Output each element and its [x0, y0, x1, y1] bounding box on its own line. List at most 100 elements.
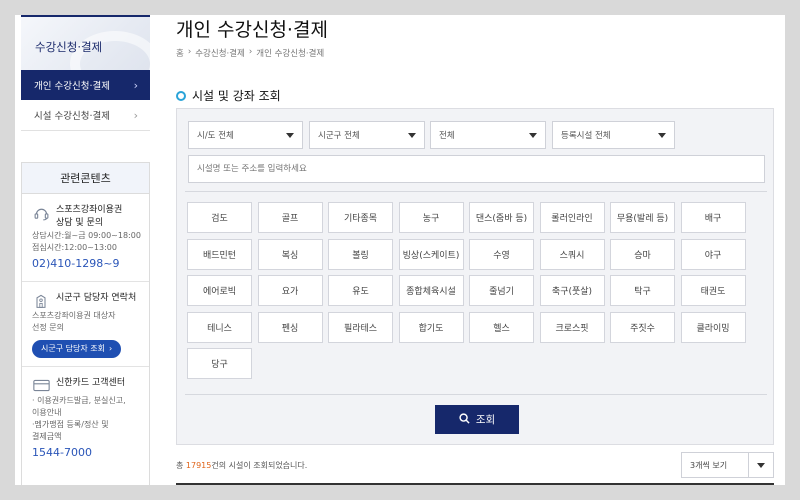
card-center-line1: · 이용권카드발급, 분실신고,: [32, 395, 126, 405]
officer-title: 시군구 담당자 연락처: [56, 292, 137, 303]
sidebar-item-facility-enrollment[interactable]: 시설 수강신청·결제 ›: [21, 100, 150, 131]
category-button[interactable]: 요가: [257, 275, 323, 306]
breadcrumb-enrollment[interactable]: 수강신청·결제: [195, 47, 245, 59]
facility-select-value: 등록시설 전체: [561, 131, 611, 141]
category-button[interactable]: 야구: [680, 238, 746, 270]
sidebar-item-label: 개인 수강신청·결제: [34, 81, 110, 92]
sidebar: 수강신청·결제 개인 수강신청·결제 › 시설 수강신청·결제 › 관련콘텐츠: [21, 15, 150, 485]
officer-contact-block: 시군구 담당자 연락처 스포츠강좌이용권 대상자 선정 문의 시군구 담당자 조…: [22, 282, 149, 367]
facility-search-input[interactable]: [188, 155, 765, 183]
caret-down-icon: [529, 133, 537, 138]
per-page-dropdown-button[interactable]: [748, 453, 773, 477]
search-panel: 시/도 전체 시군구 전체 전체 등록시설 전체 검도 골프 기타종목: [176, 108, 774, 445]
category-button[interactable]: 주짓수: [610, 311, 675, 343]
results-prefix: 총: [176, 461, 186, 470]
caret-down-icon: [408, 133, 416, 138]
results-count: 17915: [185, 461, 212, 470]
category-button[interactable]: 테니스: [187, 311, 252, 343]
sidebar-menu: 개인 수강신청·결제 › 시설 수강신청·결제 ›: [21, 70, 150, 131]
category-button[interactable]: 볼링: [328, 238, 393, 270]
category-button[interactable]: 종합체육시설: [398, 275, 464, 306]
contact-info-block: 스포츠강좌이용권 상담 및 문의 상담시간:월~금 09:00~18:00 점심…: [22, 194, 149, 282]
divider: [185, 191, 767, 192]
related-content-box: 관련콘텐츠 스포츠강좌이용권 상담 및 문의 상담시간:월~금 09:00~18…: [21, 162, 150, 485]
category-button[interactable]: 합기도: [398, 311, 464, 343]
search-button[interactable]: 조회: [435, 405, 519, 434]
category-select[interactable]: 전체: [430, 121, 546, 149]
list-top-border: [176, 483, 774, 485]
category-button[interactable]: 무용(발레 등): [610, 202, 675, 233]
category-button[interactable]: 태권도: [680, 275, 746, 306]
chevron-right-icon: ›: [133, 78, 138, 92]
sidebar-item-personal-enrollment[interactable]: 개인 수강신청·결제 ›: [21, 70, 150, 100]
results-summary: 총 17915건의 시설이 조회되었습니다.: [176, 460, 307, 471]
main-content: 개인 수강신청·결제 홈 › 수강신청·결제 › 개인 수강신청·결제 시설 및…: [176, 15, 785, 485]
officer-desc-line2: 선정 문의: [32, 322, 64, 332]
search-button-label: 조회: [475, 414, 496, 426]
breadcrumb-current: 개인 수강신청·결제: [256, 49, 325, 59]
category-button[interactable]: 배구: [680, 202, 746, 233]
category-button[interactable]: 헬스: [469, 311, 534, 343]
results-suffix: 건의 시설이 조회되었습니다.: [211, 461, 308, 470]
category-button[interactable]: 유도: [328, 275, 393, 306]
sidebar-header: 수강신청·결제: [21, 15, 150, 70]
category-button[interactable]: 클라이밍: [680, 311, 746, 343]
category-button[interactable]: 줄넘기: [469, 275, 534, 306]
officer-lookup-label: 시군구 담당자 조회: [41, 343, 105, 353]
chevron-right-icon: ›: [133, 108, 138, 122]
facility-select[interactable]: 등록시설 전체: [552, 121, 675, 149]
page-title: 개인 수강신청·결제: [176, 19, 328, 41]
contact-title-line2: 상담 및 문의: [56, 218, 104, 229]
category-button[interactable]: 복싱: [257, 238, 323, 270]
card-icon: [32, 377, 50, 395]
bullet-circle-icon: [176, 90, 186, 101]
contact-hours-line2: 점심시간:12:00~13:00: [32, 243, 117, 253]
page-frame: 수강신청·결제 개인 수강신청·결제 › 시설 수강신청·결제 › 관련콘텐츠: [15, 15, 785, 485]
sigungu-select[interactable]: 시군구 전체: [309, 121, 425, 149]
category-button[interactable]: 당구: [187, 348, 252, 379]
caret-down-icon: [286, 133, 294, 138]
breadcrumb-home[interactable]: 홈: [176, 47, 184, 59]
caret-down-icon: [757, 462, 765, 468]
chevron-right-icon: ›: [108, 343, 113, 353]
category-button[interactable]: 댄스(줌바 등): [469, 202, 534, 233]
contact-phone[interactable]: 02)410-1298~9: [32, 256, 141, 273]
breadcrumb-separator: ›: [187, 47, 192, 57]
divider: [185, 394, 767, 395]
sido-select[interactable]: 시/도 전체: [188, 121, 303, 149]
category-button[interactable]: 기타종목: [328, 202, 393, 233]
category-button[interactable]: 필라테스: [328, 311, 393, 343]
card-center-block: 신한카드 고객센터 · 이용권카드발급, 분실신고, 이용안내 ·멤가맹점 등록…: [22, 367, 149, 470]
category-button[interactable]: 빙상(스케이트): [398, 238, 464, 270]
category-button[interactable]: 검도: [187, 202, 252, 233]
category-button[interactable]: 수영: [469, 238, 534, 270]
category-button[interactable]: 롤러인라인: [539, 202, 605, 233]
contact-title-line1: 스포츠강좌이용권: [56, 205, 123, 215]
building-icon: [32, 292, 50, 310]
category-button[interactable]: 스쿼시: [539, 238, 605, 270]
category-button[interactable]: 에어로빅: [187, 275, 252, 306]
per-page-select[interactable]: 3개씩 보기: [681, 452, 774, 478]
card-center-line4: 결제금액: [32, 431, 62, 441]
search-icon: [459, 412, 470, 427]
category-button[interactable]: 탁구: [610, 275, 675, 306]
category-button[interactable]: 농구: [398, 202, 464, 233]
contact-hours-line1: 상담시간:월~금 09:00~18:00: [32, 231, 141, 241]
card-center-line3: ·멤가맹점 등록/정산 및: [32, 419, 109, 429]
category-button[interactable]: 골프: [257, 202, 323, 233]
card-center-title: 신한카드 고객센터: [56, 377, 126, 388]
related-content-title: 관련콘텐츠: [22, 163, 149, 194]
officer-lookup-button[interactable]: 시군구 담당자 조회 ›: [32, 339, 122, 358]
card-center-phone[interactable]: 1544-7000: [32, 445, 141, 462]
category-button[interactable]: 배드민턴: [187, 238, 252, 270]
category-button[interactable]: 승마: [610, 238, 675, 270]
sport-category-grid: 검도 골프 기타종목 농구 댄스(줌바 등) 롤러인라인 무용(발레 등) 배구…: [187, 202, 752, 379]
sidebar-item-label: 시설 수강신청·결제: [34, 111, 110, 122]
breadcrumb: 홈 › 수강신청·결제 › 개인 수강신청·결제: [176, 47, 324, 59]
officer-desc-line1: 스포츠강좌이용권 대상자: [32, 310, 116, 320]
category-button[interactable]: 축구(풋살): [539, 275, 605, 306]
category-button[interactable]: 펜싱: [257, 311, 323, 343]
category-button[interactable]: 크로스핏: [539, 311, 605, 343]
caret-down-icon: [658, 133, 666, 138]
headset-icon: [32, 204, 50, 222]
